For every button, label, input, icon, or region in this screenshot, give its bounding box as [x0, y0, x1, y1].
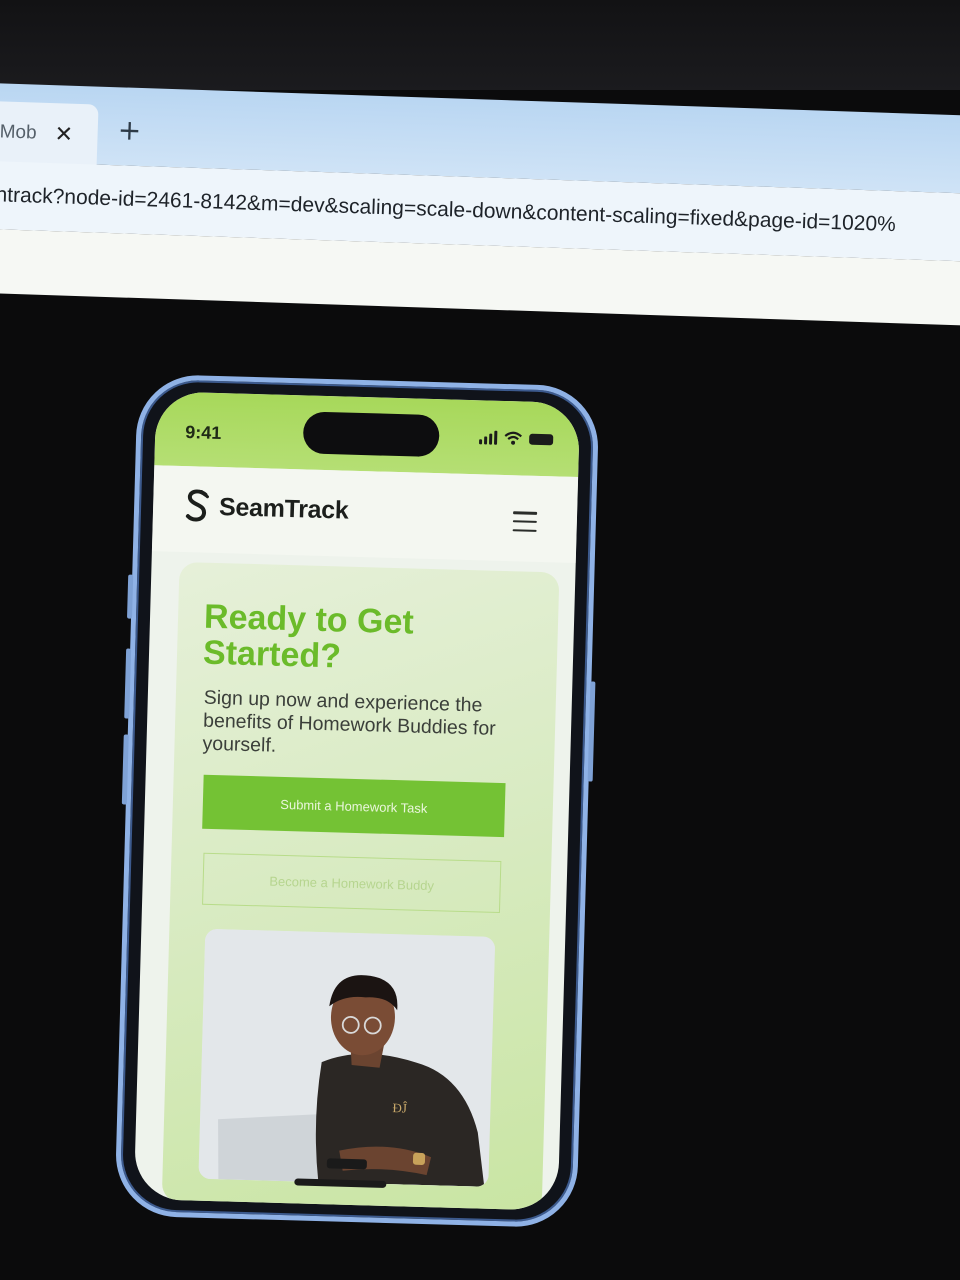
site-header: SeamTrack [151, 465, 579, 564]
status-time: 9:41 [184, 422, 222, 444]
url-text: ntrack?node-id=2461-8142&m=dev&scaling=s… [0, 183, 897, 237]
volume-down-button [121, 734, 129, 805]
person-with-laptop-photo: ĐĴ [198, 928, 496, 1187]
become-homework-buddy-button[interactable]: Become a Homework Buddy [202, 852, 502, 914]
phone-screen: 9:41 SeamTrack Ready to Get Started? Sig… [133, 391, 581, 1211]
wifi-icon [504, 431, 522, 445]
plus-icon[interactable]: + [117, 113, 142, 147]
hero-subtitle: Sign up now and experience the benefits … [202, 686, 497, 757]
hero-title: Ready to Get Started? [202, 597, 415, 676]
hero-photo: ĐĴ [198, 928, 496, 1187]
brand-logo[interactable]: SeamTrack [183, 488, 349, 529]
volume-up-button [124, 648, 132, 719]
brand-name: SeamTrack [218, 492, 349, 525]
submit-homework-task-button[interactable]: Submit a Homework Task [202, 774, 506, 838]
battery-icon [529, 433, 554, 445]
dynamic-island [302, 411, 440, 458]
phone-mockup: 9:41 SeamTrack Ready to Get Started? Sig… [114, 373, 600, 1229]
cta-hero-card: Ready to Get Started? Sign up now and ex… [161, 561, 560, 1211]
side-button [127, 574, 134, 619]
browser-window: Mob ✕ + ntrack?node-id=2461-8142&m=dev&s… [0, 60, 960, 345]
svg-text:ĐĴ: ĐĴ [392, 1100, 408, 1115]
status-icons [479, 430, 554, 446]
status-bar: 9:41 [154, 391, 581, 478]
browser-tab[interactable]: Mob ✕ [0, 100, 99, 167]
tab-title: Mob [0, 121, 37, 144]
close-icon[interactable]: ✕ [54, 122, 73, 148]
signal-icon [479, 430, 498, 445]
power-button [587, 681, 596, 782]
hamburger-menu-icon[interactable] [512, 511, 538, 532]
seamtrack-logo-icon [185, 489, 209, 522]
